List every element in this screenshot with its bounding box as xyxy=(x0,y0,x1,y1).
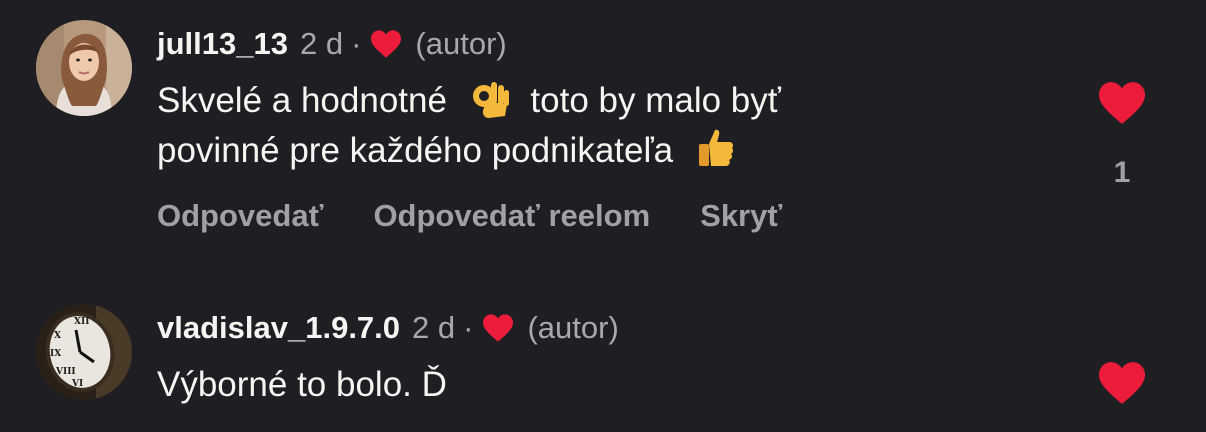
avatar[interactable] xyxy=(36,20,132,116)
svg-text:X: X xyxy=(54,331,61,341)
comment-text: Výborné to bolo. Ď xyxy=(157,365,447,404)
thumbs-up-icon xyxy=(693,126,737,170)
comment-text-line: povinné pre každého podnikateľa xyxy=(157,126,1056,176)
comment-text-part: povinné pre každého podnikateľa xyxy=(157,131,674,170)
author-liked-heart-icon xyxy=(481,313,515,343)
comment-text-part: toto by malo byť xyxy=(530,81,781,120)
author-tag: (autor) xyxy=(527,310,619,345)
svg-text:XII: XII xyxy=(74,317,89,327)
avatar[interactable]: XII X IX VIII VI xyxy=(36,304,132,400)
username[interactable]: vladislav_1.9.7.0 xyxy=(157,310,400,346)
separator: · xyxy=(463,310,474,345)
author-liked-heart-icon xyxy=(369,29,403,59)
svg-text:VI: VI xyxy=(71,379,83,389)
author-tag: (autor) xyxy=(415,26,507,61)
comment-content: jull13_13 2 d · (autor) Skvelé a hodnotn… xyxy=(157,22,1056,234)
avatar-image xyxy=(36,20,132,116)
svg-text:VIII: VIII xyxy=(55,367,76,377)
hide-button[interactable]: Skryť xyxy=(700,198,782,234)
comment-text-part: Skvelé a hodnotné xyxy=(157,81,447,120)
comment-text-line: Skvelé a hodnotné toto by malo byť xyxy=(157,76,1056,126)
reply-button[interactable]: Odpovedať xyxy=(157,198,323,234)
timestamp: 2 d xyxy=(412,310,456,345)
like-count[interactable]: 1 xyxy=(1100,156,1144,190)
avatar-image: XII X IX VIII VI xyxy=(36,304,132,400)
timestamp: 2 d xyxy=(299,26,344,61)
ok-hand-icon xyxy=(467,76,511,120)
svg-text:IX: IX xyxy=(50,349,61,359)
reply-with-reel-button[interactable]: Odpovedať reelom xyxy=(373,198,650,234)
comment-content: vladislav_1.9.7.0 2 d · (autor) Výborné … xyxy=(157,306,1056,410)
comment-meta: vladislav_1.9.7.0 2 d · (autor) xyxy=(157,306,1056,350)
like-heart-icon[interactable] xyxy=(1096,360,1148,406)
separator: · xyxy=(351,26,362,61)
comment-actions: Odpovedať Odpovedať reelom Skryť xyxy=(157,198,1056,234)
username[interactable]: jull13_13 xyxy=(157,26,288,62)
comment-item: jull13_13 2 d · (autor) Skvelé a hodnotn… xyxy=(0,0,1206,270)
comment-text: Skvelé a hodnotné toto by malo byť povin… xyxy=(157,76,1056,176)
comment-item: XII X IX VIII VI vladislav_1.9.7.0 2 d ·… xyxy=(0,290,1206,432)
comment-meta: jull13_13 2 d · (autor) xyxy=(157,22,1056,66)
like-heart-icon[interactable] xyxy=(1096,80,1148,126)
